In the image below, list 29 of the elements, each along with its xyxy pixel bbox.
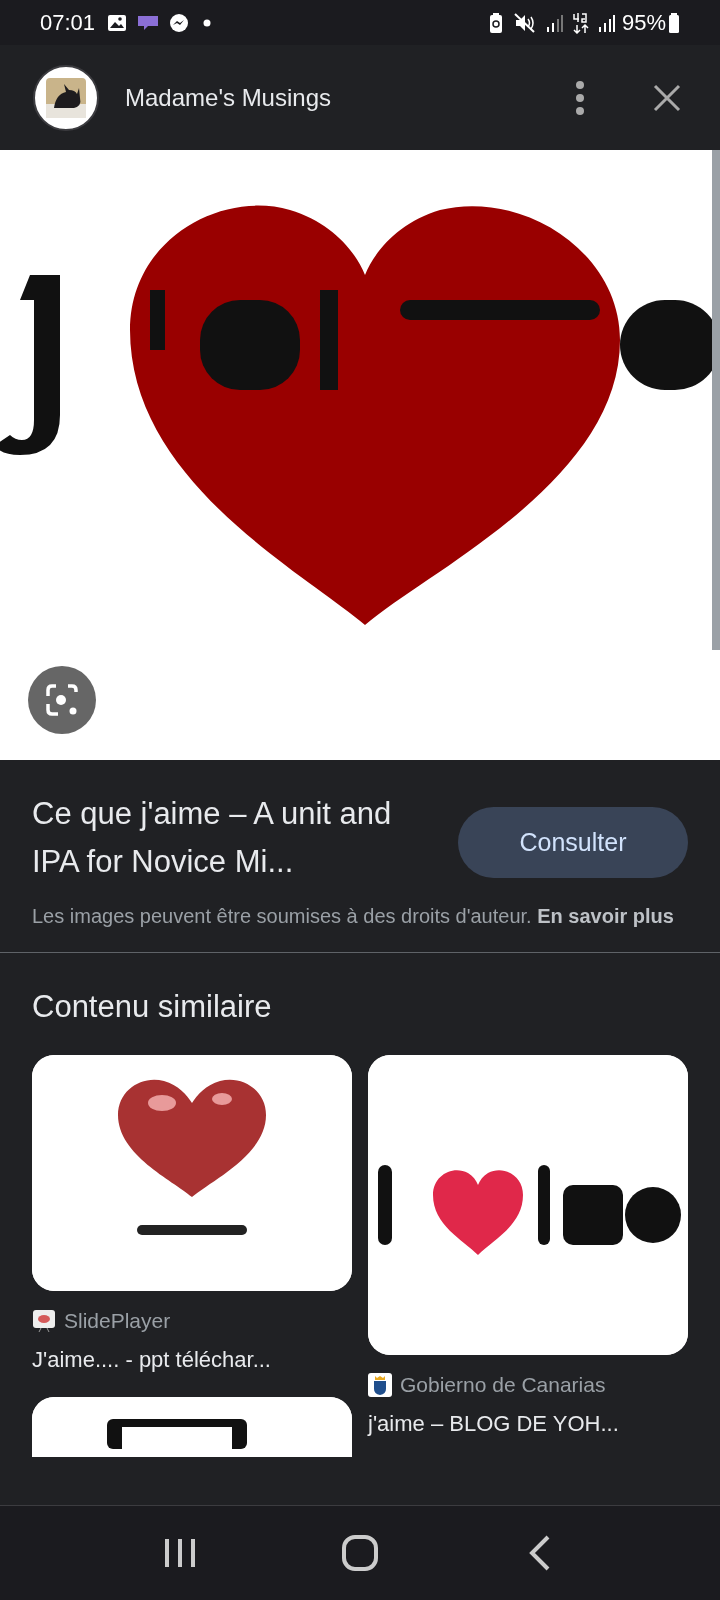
- battery-level: 95%: [621, 9, 666, 37]
- image-icon: [107, 12, 128, 33]
- result-title: Ce que j'aime – A unit and IPA for Novice Mi...: [32, 795, 393, 881]
- mobile-data-icon: [571, 11, 590, 34]
- result-link[interactable]: j'aime – BLOG DE YOH...: [368, 1408, 688, 1439]
- source-name: Gobierno de Canarias: [400, 1372, 606, 1398]
- battery-saver-icon: [487, 11, 504, 34]
- signal-icon: [545, 12, 564, 33]
- more-options-icon: [575, 79, 585, 116]
- copyright-notice: Les images peuvent être soumises à des droits d'auteur. En savoir plus: [32, 904, 675, 929]
- site-title: Madame's Musings: [125, 82, 332, 113]
- dot-icon: [203, 18, 212, 27]
- back-icon: [528, 1535, 552, 1571]
- section-heading: Contenu similaire: [32, 988, 273, 1026]
- close-icon: [653, 83, 681, 112]
- mute-icon: [513, 12, 536, 33]
- chat-icon: [137, 13, 160, 32]
- status-time: 07:01: [40, 9, 96, 37]
- home-icon: [341, 1534, 379, 1572]
- source-name: SlidePlayer: [64, 1308, 171, 1334]
- presentation-icon: [32, 1308, 56, 1333]
- messenger-icon: [169, 12, 190, 33]
- lens-icon: [44, 682, 80, 718]
- crest-icon: [368, 1372, 392, 1397]
- signal-icon: [597, 12, 616, 33]
- visit-button[interactable]: Consulter: [458, 807, 688, 878]
- result-link[interactable]: J'aime.... - ppt téléchar...: [32, 1344, 352, 1375]
- recent-apps-icon: [163, 1537, 197, 1569]
- battery-icon: [668, 11, 680, 34]
